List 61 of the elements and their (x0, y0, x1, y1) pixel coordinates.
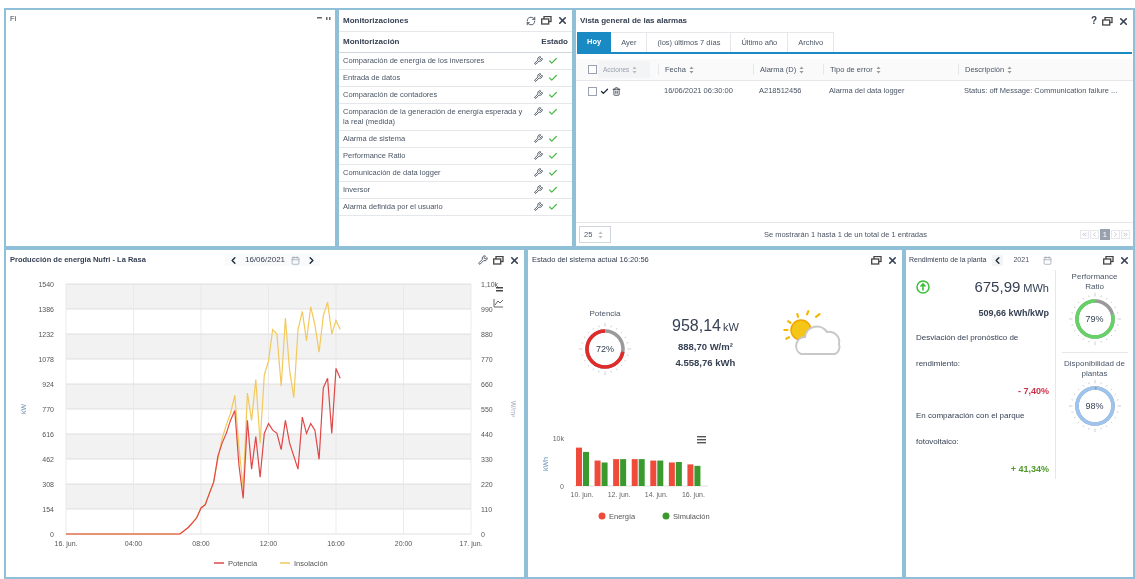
close-icon[interactable] (887, 254, 898, 266)
gauge-label: Disponibilidad de plantas (1063, 359, 1126, 379)
close-icon[interactable] (509, 254, 520, 266)
panel-title: Vista general de las alarmas (580, 15, 688, 27)
sort-icon[interactable] (875, 65, 881, 74)
close-icon[interactable] (1118, 15, 1129, 27)
energy-value: 4.558,76 kWh (675, 356, 736, 371)
help-button[interactable]: ? (1090, 16, 1097, 26)
irradiance-value: 888,70 W/m² (677, 340, 733, 354)
sort-icon[interactable] (688, 65, 694, 74)
gauge-label: Performance Ratio (1070, 272, 1119, 292)
wrench-icon[interactable] (534, 168, 543, 177)
restore-icon[interactable] (871, 255, 882, 265)
column-header: Estado (541, 36, 568, 48)
gauge-reading: 79% (1085, 314, 1104, 324)
acknowledge-icon[interactable] (600, 86, 609, 96)
restore-icon[interactable] (541, 16, 552, 25)
power-unit: kW (722, 320, 739, 335)
energy-value: 675,99 (974, 277, 1021, 297)
restore-icon[interactable] (1103, 255, 1114, 265)
comparison-label: En comparación con el parque fotovoltaico: (916, 409, 1026, 448)
wrench-icon[interactable] (534, 151, 543, 160)
wrench-icon[interactable] (534, 90, 543, 99)
sort-icon[interactable] (799, 65, 805, 74)
wrench-icon[interactable] (534, 202, 543, 211)
wrench-icon[interactable] (534, 56, 543, 65)
close-icon[interactable] (1119, 254, 1130, 266)
energy-unit: MWh (1023, 281, 1049, 296)
restore-icon[interactable] (1102, 16, 1113, 26)
gauge-ring (1067, 292, 1122, 346)
panel-title: Monitorizaciones (343, 14, 409, 27)
wrench-icon[interactable] (478, 255, 488, 265)
power-value: 958,14 (672, 316, 721, 336)
gauge-ring (578, 322, 632, 376)
window-controls-icon[interactable] (317, 16, 331, 22)
gauge-label: Potencia (589, 308, 621, 320)
close-icon[interactable] (557, 15, 568, 26)
column-header: Monitorización (343, 36, 400, 48)
refresh-icon[interactable] (526, 15, 536, 26)
deviation-value: - 7,40% (1017, 385, 1049, 396)
delete-icon[interactable] (612, 86, 621, 96)
menu-icon[interactable] (496, 287, 503, 292)
up-arrow-icon (916, 280, 930, 295)
wrench-icon[interactable] (534, 134, 543, 143)
checkbox[interactable] (588, 86, 597, 96)
gauge-reading: 98% (1085, 401, 1104, 411)
specific-yield: 509,66 kWh/kWp (978, 307, 1049, 318)
deviation-label: Desviación del pronóstico de rendimiento: (916, 331, 1020, 370)
wrench-icon[interactable] (534, 185, 543, 194)
chart-icon[interactable] (493, 298, 504, 308)
restore-icon[interactable] (493, 255, 504, 265)
checkbox[interactable] (588, 65, 597, 74)
sort-icon[interactable] (1007, 65, 1013, 74)
date-value: 16/06/2021 (245, 254, 286, 266)
comparison-value: + 41,34% (1010, 463, 1049, 474)
gauge-reading: 72% (596, 344, 614, 354)
previous-year-icon[interactable] (992, 254, 1004, 266)
wrench-icon[interactable] (534, 107, 543, 116)
gauge-ring (1067, 379, 1122, 433)
menu-icon[interactable] (697, 436, 706, 444)
wrench-icon[interactable] (534, 73, 543, 82)
